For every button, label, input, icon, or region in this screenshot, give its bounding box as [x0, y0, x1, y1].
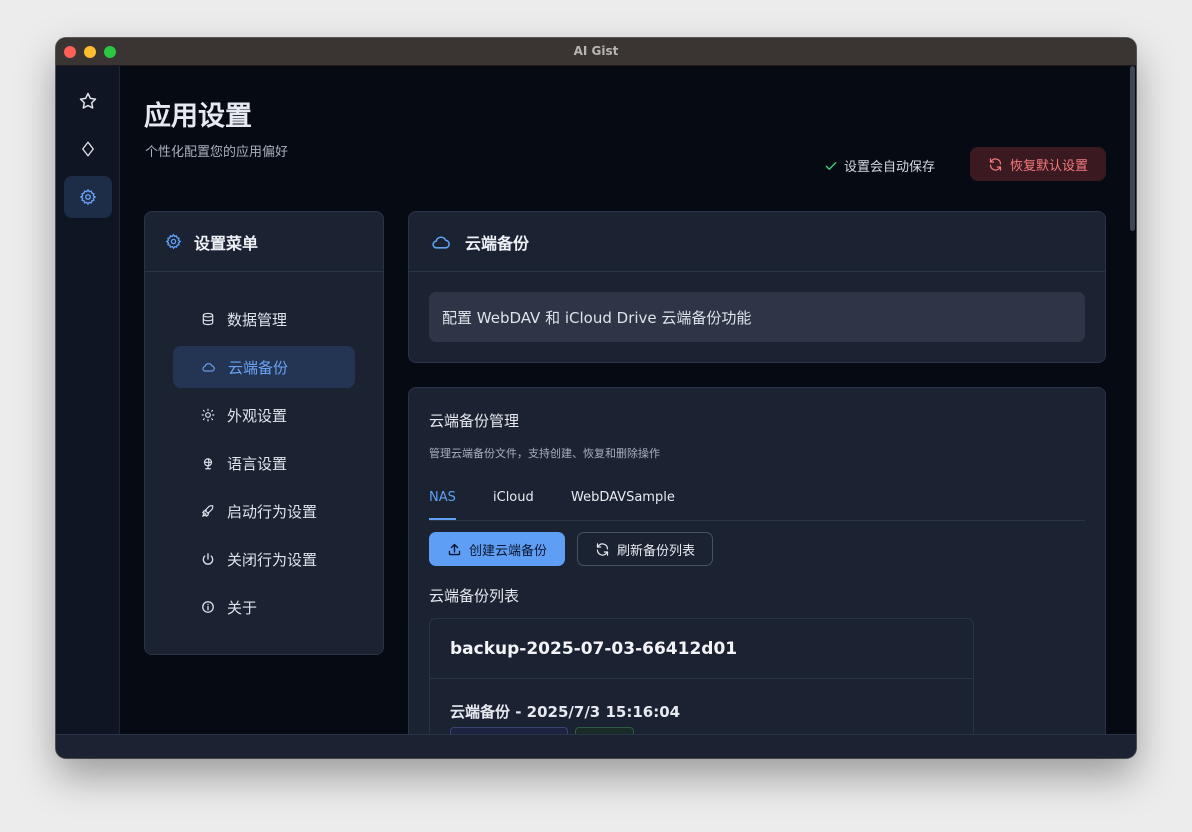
star-icon	[78, 91, 98, 111]
menu-item-close-behavior[interactable]: 关闭行为设置	[173, 538, 355, 580]
backup-target-tabs: NAS iCloud WebDAVSample	[429, 488, 1085, 521]
menu-item-startup-behavior[interactable]: 启动行为设置	[173, 490, 355, 532]
menu-item-label: 启动行为设置	[227, 502, 318, 521]
settings-menu-header: 设置菜单	[145, 212, 383, 272]
menu-item-cloud-backup[interactable]: 云端备份	[173, 346, 355, 388]
app-window: AI Gist 应用设置 个性化配置您的应用偏好 设置会自动保存 恢复默认设置 …	[56, 38, 1136, 758]
tab-nas[interactable]: NAS	[429, 490, 456, 520]
rocket-icon	[201, 504, 215, 518]
refresh-icon	[988, 157, 1003, 172]
power-icon	[201, 552, 215, 566]
refresh-icon	[595, 542, 610, 557]
main-scrollbar[interactable]	[1130, 66, 1135, 231]
backup-list-title: 云端备份列表	[429, 587, 520, 605]
backup-management-title: 云端备份管理	[429, 412, 520, 430]
main-content: 应用设置 个性化配置您的应用偏好 设置会自动保存 恢复默认设置 设置菜单 数据管…	[120, 66, 1136, 758]
cloud-icon	[429, 232, 453, 252]
menu-item-data-management[interactable]: 数据管理	[173, 298, 355, 340]
autosave-status: 设置会自动保存	[824, 156, 935, 175]
globe-icon	[201, 456, 215, 471]
autosave-label: 设置会自动保存	[844, 160, 936, 175]
gear-icon	[165, 233, 182, 250]
cloud-backup-title: 云端备份	[465, 233, 530, 253]
rail-prompts-button[interactable]	[64, 128, 112, 170]
cloud-backup-header: 云端备份	[409, 212, 1105, 272]
refresh-backup-list-label: 刷新备份列表	[616, 543, 695, 559]
create-backup-button[interactable]: 创建云端备份	[429, 532, 565, 566]
gear-icon	[79, 188, 97, 206]
menu-item-label: 云端备份	[228, 358, 289, 377]
refresh-backup-list-button[interactable]: 刷新备份列表	[577, 532, 713, 566]
backup-management-card: 云端备份管理 管理云端备份文件，支持创建、恢复和删除操作 NAS iCloud …	[408, 387, 1106, 758]
tab-webdavsample[interactable]: WebDAVSample	[571, 490, 675, 520]
rail-favorites-button[interactable]	[64, 80, 112, 122]
page-subtitle: 个性化配置您的应用偏好	[145, 145, 289, 160]
menu-item-label: 语言设置	[227, 454, 288, 473]
backup-management-subtitle: 管理云端备份文件，支持创建、恢复和删除操作	[429, 447, 660, 460]
sun-icon	[201, 408, 215, 422]
create-backup-label: 创建云端备份	[468, 543, 547, 559]
reset-defaults-button[interactable]: 恢复默认设置	[970, 147, 1106, 181]
check-icon	[824, 159, 838, 173]
diamond-icon	[79, 139, 97, 159]
tab-icloud[interactable]: iCloud	[493, 490, 534, 520]
database-icon	[201, 312, 215, 326]
cloud-backup-card: 云端备份 配置 WebDAV 和 iCloud Drive 云端备份功能	[408, 211, 1106, 363]
page-title: 应用设置	[144, 101, 252, 132]
status-bar	[56, 734, 1136, 758]
title-bar: AI Gist	[56, 38, 1136, 66]
menu-item-about[interactable]: 关于	[173, 586, 355, 628]
backup-description: 云端备份 - 2025/7/3 15:16:04	[450, 703, 681, 721]
settings-menu-title: 设置菜单	[194, 233, 259, 253]
menu-item-label: 关于	[227, 598, 258, 617]
reset-defaults-label: 恢复默认设置	[1009, 158, 1088, 174]
menu-item-label: 外观设置	[227, 406, 288, 425]
backup-name: backup-2025-07-03-66412d01	[430, 619, 973, 679]
menu-item-label: 数据管理	[227, 310, 288, 329]
info-icon	[201, 600, 215, 614]
upload-icon	[447, 542, 462, 557]
cloud-icon	[201, 360, 216, 374]
icon-rail	[56, 66, 120, 734]
menu-item-language[interactable]: 语言设置	[173, 442, 355, 484]
menu-item-appearance[interactable]: 外观设置	[173, 394, 355, 436]
window-title: AI Gist	[573, 44, 619, 58]
cloud-backup-description: 配置 WebDAV 和 iCloud Drive 云端备份功能	[429, 292, 1085, 342]
menu-item-label: 关闭行为设置	[227, 550, 318, 569]
rail-settings-button[interactable]	[64, 176, 112, 218]
settings-menu-card: 设置菜单 数据管理 云端备份 外观设置 语言设置 启动行为设置 关闭行为设置 关…	[144, 211, 384, 655]
